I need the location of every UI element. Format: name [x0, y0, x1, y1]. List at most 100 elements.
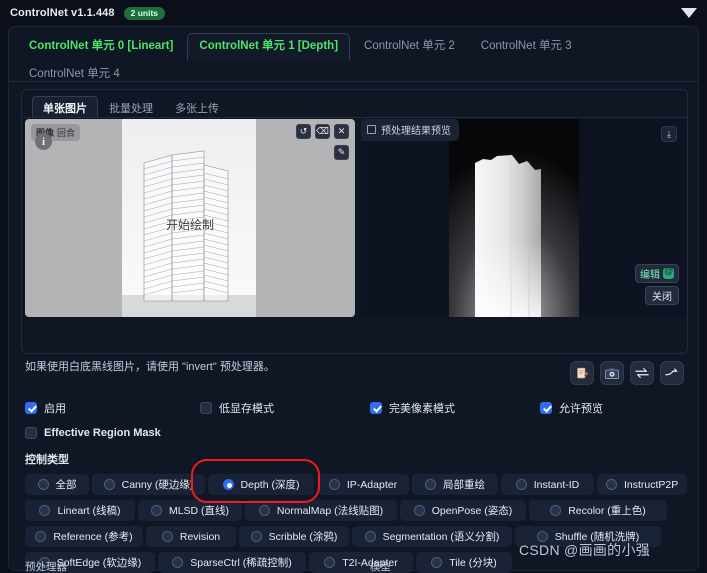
unit-tab-bar: ControlNet 单元 0 [Lineart] ControlNet 单元 … — [9, 27, 698, 82]
control-type-scribble[interactable]: Scribble (涂鸦) — [239, 526, 349, 547]
control-type-normalmap[interactable]: NormalMap (法线贴图) — [245, 500, 397, 521]
close-icon[interactable]: ✕ — [334, 124, 349, 139]
preprocessor-preview-canvas[interactable]: 预处理结果预览 ⤓ 编辑 @ 关闭 — [361, 119, 687, 317]
control-type-label: Reference (参考) — [53, 531, 133, 543]
pixel-perfect-checkbox-label: 完美像素模式 — [389, 403, 455, 415]
eraser-icon[interactable]: ⌫ — [315, 124, 330, 139]
unit-tab-4[interactable]: ControlNet 单元 4 — [17, 61, 132, 89]
control-type-depth[interactable]: Depth (深度) — [208, 474, 314, 495]
control-type-label: SparseCtrl (稀疏控制) — [190, 557, 292, 569]
radio-dot — [324, 557, 336, 568]
unit-tab-1[interactable]: ControlNet 单元 1 [Depth] — [187, 33, 351, 61]
allow-preview-checkbox-label: 允许预览 — [559, 403, 603, 415]
control-type-reference[interactable]: Reference (参考) — [25, 526, 143, 547]
watermark: CSDN @画画的小强 — [519, 542, 651, 558]
radio-dot — [37, 479, 49, 490]
unit-tab-0[interactable]: ControlNet 单元 0 [Lineart] — [17, 33, 185, 61]
radio-dot — [150, 505, 162, 516]
allow-preview-checkbox[interactable]: 允许预览 — [540, 400, 603, 416]
edit-button-label: 编辑 — [640, 270, 660, 281]
page-title: ControlNet v1.1.448 — [10, 7, 115, 19]
control-type-label: Canny (硬边缘) — [121, 479, 194, 491]
control-type-segmentation[interactable]: Segmentation (语义分割) — [352, 526, 512, 547]
download-icon[interactable]: ⤓ — [661, 126, 677, 142]
control-type-instant-id[interactable]: Instant-ID — [501, 474, 594, 495]
close-preview-button[interactable]: 关闭 — [645, 286, 679, 305]
photopea-icon — [663, 266, 674, 279]
control-type-canny[interactable]: Canny (硬边缘) — [92, 474, 205, 495]
camera-glyph — [605, 367, 619, 379]
control-type-ip-adapter[interactable]: IP-Adapter — [317, 474, 409, 495]
control-type-label: NormalMap (法线贴图) — [276, 505, 384, 517]
enable-checkbox-label: 启用 — [44, 403, 66, 415]
effective-region-mask-checkbox-box — [25, 427, 37, 439]
image-action-icon-group — [570, 361, 684, 385]
control-type-label: InstructP2P — [624, 478, 679, 491]
tab-single-image[interactable]: 单张图片 — [32, 96, 98, 117]
control-type-sparsectrl[interactable]: SparseCtrl (稀疏控制) — [158, 552, 306, 573]
control-type-instructp2p[interactable]: InstructP2P — [597, 474, 688, 495]
controlnet-main-panel: ControlNet 单元 0 [Lineart] ControlNet 单元 … — [8, 26, 699, 573]
undo-icon[interactable]: ↺ — [296, 124, 311, 139]
pixel-perfect-checkbox[interactable]: 完美像素模式 — [370, 400, 540, 416]
input-mode-tab-bar: 单张图片 批量处理 多张上传 — [22, 90, 687, 118]
control-type-t2i-adapter[interactable]: T2I-Adapter — [309, 552, 413, 573]
control-type-label: MLSD (直线) — [168, 505, 230, 517]
control-type-recolor[interactable]: Recolor (重上色) — [529, 500, 667, 521]
preprocessor-label: 预处理器 — [25, 561, 67, 573]
units-badge: 2 units — [123, 6, 166, 20]
radio-dot — [515, 479, 527, 490]
control-type-label: Tile (分块) — [449, 557, 497, 569]
control-type-label: Scribble (涂鸦) — [268, 531, 338, 543]
control-type-label: Depth (深度) — [240, 479, 300, 491]
radio-dot — [222, 479, 234, 490]
tab-batch-process[interactable]: 批量处理 — [98, 96, 164, 117]
enable-checkbox[interactable]: 启用 — [25, 400, 200, 416]
control-type-tile[interactable]: Tile (分块) — [416, 552, 512, 573]
control-type-section-label: 控制类型 — [25, 454, 69, 466]
radio-dot — [550, 505, 562, 516]
edit-in-photopea-button[interactable]: 编辑 — [635, 264, 679, 283]
caret-down-icon[interactable] — [681, 8, 697, 18]
low-vram-checkbox-box — [200, 402, 212, 414]
radio-dot — [172, 557, 184, 568]
control-type-label: OpenPose (姿态) — [431, 505, 513, 517]
radio-dot — [431, 557, 443, 568]
enable-checkbox-box — [25, 402, 37, 414]
unit-tab-2[interactable]: ControlNet 单元 2 — [352, 33, 467, 61]
control-type-all[interactable]: 全部 — [25, 474, 89, 495]
upload-independent-control-image-icon[interactable] — [570, 361, 594, 385]
radio-dot — [364, 531, 376, 542]
radio-dot — [328, 479, 340, 490]
radio-dot — [39, 505, 51, 516]
control-type-label: Segmentation (语义分割) — [382, 531, 500, 543]
control-type-lineart[interactable]: Lineart (线稿) — [25, 500, 135, 521]
camera-icon[interactable] — [600, 361, 624, 385]
swap-width-height-icon[interactable] — [630, 361, 654, 385]
controlnet-header: ControlNet v1.1.448 2 units — [0, 0, 707, 26]
controlnet-panel-root: ControlNet v1.1.448 2 units ControlNet 单… — [0, 0, 707, 573]
radio-dot — [606, 479, 617, 490]
brush-icon[interactable]: ✎ — [334, 145, 349, 160]
info-icon[interactable]: i — [35, 133, 52, 150]
unit-tab-3[interactable]: ControlNet 单元 3 — [469, 33, 584, 61]
low-vram-checkbox[interactable]: 低显存模式 — [200, 400, 370, 416]
model-label: 模型 — [370, 561, 391, 573]
send-arrow-glyph — [665, 368, 678, 376]
radio-dot — [425, 479, 436, 490]
control-type-label: SoftEdge (软边缘) — [56, 557, 142, 569]
source-image-canvas[interactable]: 开始绘制 图像 回合 i ↺ ⌫ ✕ ✎ — [25, 119, 355, 317]
image-frame-icon — [367, 125, 376, 134]
options-row-2: Effective Region Mask — [25, 427, 685, 439]
send-dimensions-icon[interactable] — [660, 361, 684, 385]
radio-dot — [35, 531, 47, 542]
effective-region-mask-checkbox[interactable]: Effective Region Mask — [25, 427, 161, 439]
doc-upload-glyph — [576, 367, 588, 378]
control-type-inpaint[interactable]: 局部重绘 — [412, 474, 498, 495]
control-type-mlsd[interactable]: MLSD (直线) — [138, 500, 242, 521]
control-type-openpose[interactable]: OpenPose (姿态) — [400, 500, 526, 521]
control-type-revision[interactable]: Revision — [146, 526, 236, 547]
tab-multi-upload[interactable]: 多张上传 — [164, 96, 230, 117]
radio-dot — [258, 505, 270, 516]
image-source-badge-mini: 回合 — [57, 128, 76, 138]
